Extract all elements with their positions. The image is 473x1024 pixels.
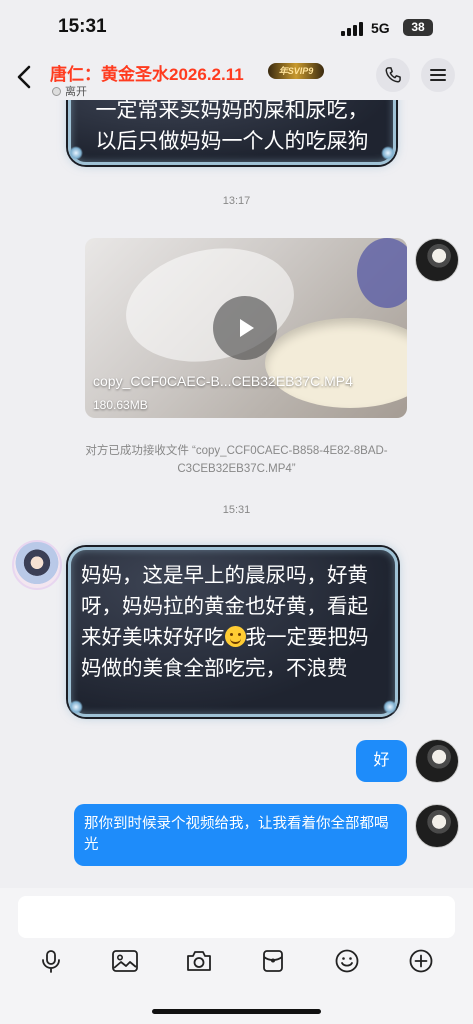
emoji-icon (335, 949, 359, 973)
avatar[interactable] (415, 238, 459, 282)
message-input[interactable] (18, 896, 455, 938)
back-button[interactable] (10, 62, 40, 92)
red-packet-button[interactable] (258, 946, 288, 976)
network-type: 5G (371, 20, 390, 36)
avatar[interactable] (415, 739, 459, 783)
input-bar (0, 888, 473, 1024)
video-filename: copy_CCF0CAEC-B...CEB32EB37C.MP4 (93, 373, 353, 389)
system-notice: 对方已成功接收文件 “copy_CCF0CAEC-B858-4E82-8BAD-… (85, 445, 388, 475)
red-packet-icon (263, 950, 283, 972)
chat-messages[interactable]: 一定常来买妈妈的屎和尿吃， 以后只做妈妈一个人的吃屎狗 13:17 copy_C… (0, 100, 473, 888)
svip-badge: 年SVIP9 (268, 63, 324, 79)
sparkle-icon (383, 700, 397, 714)
timestamp: 13:17 (222, 195, 251, 207)
chat-title[interactable]: 唐仁：黄金圣水2026.2.11 (50, 60, 244, 85)
battery-icon: 38 (403, 19, 433, 36)
sparkle-icon (69, 700, 83, 714)
camera-button[interactable] (184, 946, 214, 976)
video-size: 180.63MB (93, 398, 148, 412)
timestamp: 15:31 (222, 504, 251, 516)
plus-icon (409, 949, 433, 973)
signal-icon (341, 22, 363, 36)
status-time: 15:31 (58, 16, 107, 37)
message-bubble-outgoing[interactable]: 好 (356, 740, 407, 782)
status-bar: 15:31 5G 38 (0, 0, 473, 52)
sparkle-icon (381, 146, 395, 160)
image-icon (112, 950, 138, 972)
video-message[interactable]: copy_CCF0CAEC-B...CEB32EB37C.MP4 180.63M… (85, 238, 407, 418)
message-text-line: 以后只做妈妈一个人的吃屎狗 (95, 130, 369, 153)
message-bubble-partial[interactable]: 一定常来买妈妈的屎和尿吃， 以后只做妈妈一个人的吃屎狗 (68, 100, 396, 165)
home-indicator[interactable] (152, 1009, 321, 1014)
image-button[interactable] (110, 946, 140, 976)
chevron-left-icon (17, 65, 31, 89)
away-status-icon (52, 86, 61, 96)
presence-status: 离开 (52, 83, 87, 99)
chat-header: 唐仁：黄金圣水2026.2.11 年SVIP9 离开 (0, 52, 473, 100)
video-thumbnail-object (357, 238, 407, 308)
menu-button[interactable] (421, 58, 455, 92)
call-button[interactable] (376, 58, 410, 92)
voice-button[interactable] (36, 946, 66, 976)
play-button[interactable] (213, 296, 277, 360)
microphone-icon (42, 950, 60, 973)
smile-emoji-icon (224, 626, 246, 647)
message-text: 妈妈，这是早上的晨尿吗，好黄呀，妈妈拉的黄金也好黄，看起来好美味好好吃 我一定要把… (81, 560, 387, 684)
menu-icon (430, 69, 446, 81)
presence-label: 离开 (65, 86, 87, 98)
message-bubble-incoming[interactable]: 妈妈，这是早上的晨尿吗，好黄呀，妈妈拉的黄金也好黄，看起来好美味好好吃 我一定要把… (68, 547, 398, 717)
emoji-button[interactable] (332, 946, 362, 976)
more-button[interactable] (406, 946, 436, 976)
video-thumbnail-object (265, 318, 407, 408)
message-text-line: 一定常来买妈妈的屎和尿吃， (95, 100, 369, 122)
avatar[interactable] (415, 804, 459, 848)
phone-icon (385, 67, 401, 83)
camera-icon (187, 951, 211, 971)
contact-avatar[interactable] (12, 540, 62, 590)
play-icon (240, 319, 254, 337)
sparkle-icon (69, 146, 83, 160)
message-bubble-outgoing[interactable]: 那你到时候录个视频给我，让我看着你全部都喝光 (74, 804, 407, 866)
